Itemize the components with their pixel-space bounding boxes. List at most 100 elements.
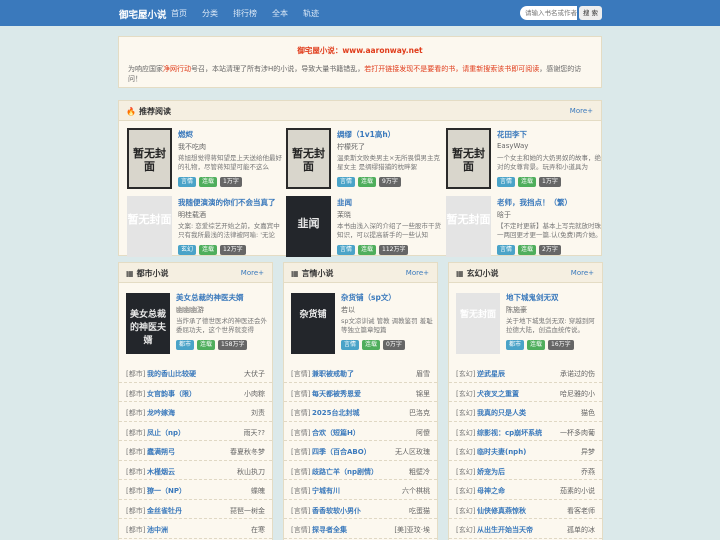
list-item-title-link[interactable]: 合欢（短篇H）: [312, 428, 360, 438]
list-item-author: 刘责: [251, 409, 265, 417]
list-item-title-link[interactable]: 综影视：cp崩坏系统: [477, 428, 542, 438]
book-title-link[interactable]: 老师，我挡点！（繁）: [497, 197, 572, 208]
list-item-title-link[interactable]: 我真的只是人类: [477, 408, 526, 418]
list-item-author: 巴洛克: [409, 409, 430, 417]
list-item-title-link[interactable]: 香香软软小男仆: [312, 506, 361, 516]
tag-category[interactable]: 言情: [497, 245, 516, 255]
book-cover[interactable]: 暂无封面: [446, 128, 491, 189]
book-cover[interactable]: 暂无封面: [446, 196, 491, 257]
list-item-title-link[interactable]: 我的香山比较硬: [147, 369, 196, 379]
book-title-link[interactable]: 我随便演演的你们不会当真了: [178, 197, 276, 208]
list-item-category: [玄幻]: [456, 467, 476, 476]
list-item-title-link[interactable]: 金丝雀牡丹: [147, 506, 182, 516]
tag-category[interactable]: 言情: [341, 340, 360, 350]
category-more-link[interactable]: More+: [406, 269, 429, 277]
list-item-title-link[interactable]: 探寻者全集: [312, 525, 347, 535]
list-item-author: 无人区玫瑰: [395, 448, 430, 456]
list-item-title-link[interactable]: 从出生开始当天帝: [477, 525, 533, 535]
search-button[interactable]: 搜 索: [579, 6, 602, 20]
category-more-link[interactable]: More+: [241, 269, 264, 277]
site-logo[interactable]: 御宅屋小说: [119, 7, 167, 21]
book-title-link[interactable]: 花田李下: [497, 129, 527, 140]
recommend-more-link[interactable]: More+: [570, 107, 593, 115]
category-panel: ▦ 玄幻小说 More+ 暂无封面 地下城鬼剑无双 陈施豪 关于地下城鬼剑无双: 穿越到阿拉…: [448, 262, 603, 540]
nav-link-complete[interactable]: 全本: [272, 8, 288, 19]
tag-status: 连载: [358, 177, 377, 187]
nav-link-home[interactable]: 首页: [171, 8, 187, 19]
tag-category[interactable]: 言情: [337, 177, 356, 187]
book-cover[interactable]: 暂无封面: [127, 196, 172, 257]
search-input[interactable]: [520, 6, 577, 20]
book-description: 一个女主和她的大奶男奴的故事，绝对的女尊背景。玩弄和小道具为: [497, 154, 601, 171]
book-author: 幽幽幽游: [176, 306, 204, 314]
list-item-author: 蝶魄: [251, 487, 265, 495]
list-item-title-link[interactable]: 2025台北封城: [312, 408, 359, 418]
tag-category[interactable]: 言情: [337, 245, 356, 255]
list-item-title-link[interactable]: 蠢满朔弓: [147, 447, 175, 457]
book-title-link[interactable]: 绸缪（1v1高h）: [337, 129, 395, 140]
list-item-title-link[interactable]: 宁城有川: [312, 486, 340, 496]
book-cover[interactable]: 杂货铺: [291, 293, 335, 354]
list-item-title-link[interactable]: 临时夫妻(nph): [477, 447, 526, 457]
list-item-category: [都市]: [126, 389, 146, 398]
list-item-title-link[interactable]: 凤止（np）: [147, 428, 185, 438]
book-cover[interactable]: 暂无封面: [456, 293, 500, 354]
site-notice: 御宅屋小说：www.aaronway.net 为响应国家净网行动号召，本站清理了…: [118, 36, 602, 88]
nav-link-history[interactable]: 轨迹: [303, 8, 319, 19]
list-item-title-link[interactable]: 木槿烟云: [147, 467, 175, 477]
book-title-link[interactable]: 韭闻: [337, 197, 352, 208]
list-item-category: [都市]: [126, 448, 146, 456]
book-author: 若以: [341, 306, 355, 314]
list-item-title-link[interactable]: 仙侠修真燕惊秋: [477, 506, 526, 516]
book-cover[interactable]: 美女总裁的神医夫婿: [126, 293, 170, 354]
book-author: 柠檬死了: [337, 143, 365, 151]
list-item-title-link[interactable]: 女官韵事（限）: [147, 389, 196, 399]
list-item-title-link[interactable]: 母神之命: [477, 486, 505, 496]
book-title-link[interactable]: 美女总裁的神医夫婿: [176, 292, 244, 303]
list-item-title-link[interactable]: 龙吟嫁海: [147, 408, 175, 418]
category-title: ▦ 都市小说: [126, 269, 169, 278]
list-item-title-link[interactable]: 獠一（NP）: [147, 486, 186, 496]
book-author: 晗于: [497, 211, 511, 219]
category-more-link[interactable]: More+: [571, 269, 594, 277]
list-item-title-link[interactable]: 犬夜叉之重置: [477, 389, 519, 399]
list-item: [言情] 探寻者全集 [美]亚玟·埃: [284, 519, 437, 539]
list-item-title-link[interactable]: 池中洲: [147, 525, 168, 535]
tag-category[interactable]: 言情: [178, 177, 197, 187]
list-item-author: 承诺过的伤: [560, 370, 595, 378]
book-tags: 言情 连载 112万字: [337, 245, 411, 255]
list-item-title-link[interactable]: 歧路亡羊（np剧情）: [312, 467, 378, 477]
book-description: 文案: 恋爱综艺开始之前，女嘉宾中只有我所最浅的法律被阿喻: '无论: [178, 222, 280, 239]
list-item: [玄幻] 临时夫妻(nph) 异梦: [449, 441, 602, 461]
list-item-category: [都市]: [126, 467, 146, 476]
tag-wordcount: 112万字: [379, 245, 409, 255]
book-title-link[interactable]: 燃烬: [178, 129, 193, 140]
book-cover[interactable]: 韭闻: [286, 196, 331, 257]
fire-icon: 🔥: [126, 107, 136, 116]
book-description: 温柔斯文败类男主×无所畏惧男主克星女主 是绸缪猎捕的枕畔絮: [337, 154, 440, 171]
list-item-category: [言情]: [291, 448, 311, 456]
list-item-category: [言情]: [291, 389, 311, 398]
list-item-author: 粗壁冷: [409, 467, 430, 476]
list-item-title-link[interactable]: 娇宠为后: [477, 467, 505, 477]
list-item-title-link[interactable]: 每天都被秀恩爱: [312, 389, 361, 399]
book-title-link[interactable]: 杂货铺（sp文）: [341, 292, 396, 303]
list-item-author: 春夏秋冬梦: [230, 448, 265, 456]
list-item: [言情] 兼职被戒勒了 眉雪: [284, 363, 437, 383]
book-cover[interactable]: 暂无封面: [286, 128, 331, 189]
book-cover[interactable]: 暂无封面: [127, 128, 172, 189]
tag-category[interactable]: 言情: [497, 177, 516, 187]
list-item-category: [言情]: [291, 467, 311, 476]
category-title: ▦ 言情小说: [291, 269, 334, 278]
notice-body: 为响应国家净网行动号召，本站清理了所有涉H的小说，导致大量书籍错乱，若打开链接发…: [128, 65, 582, 83]
list-item-title-link[interactable]: 逆武星辰: [477, 369, 505, 379]
book-title-link[interactable]: 地下城鬼剑无双: [506, 292, 559, 303]
tag-category[interactable]: 都市: [176, 340, 195, 350]
nav-link-category[interactable]: 分类: [202, 8, 218, 19]
tag-category[interactable]: 玄幻: [178, 245, 197, 255]
list-item: [玄幻] 仙侠修真燕惊秋 看客老师: [449, 500, 602, 519]
nav-link-ranking[interactable]: 排行榜: [233, 8, 257, 19]
tag-category[interactable]: 都市: [506, 340, 525, 350]
list-item-title-link[interactable]: 四季（百合ABO）: [312, 447, 371, 457]
list-item-title-link[interactable]: 兼职被戒勒了: [312, 369, 354, 379]
